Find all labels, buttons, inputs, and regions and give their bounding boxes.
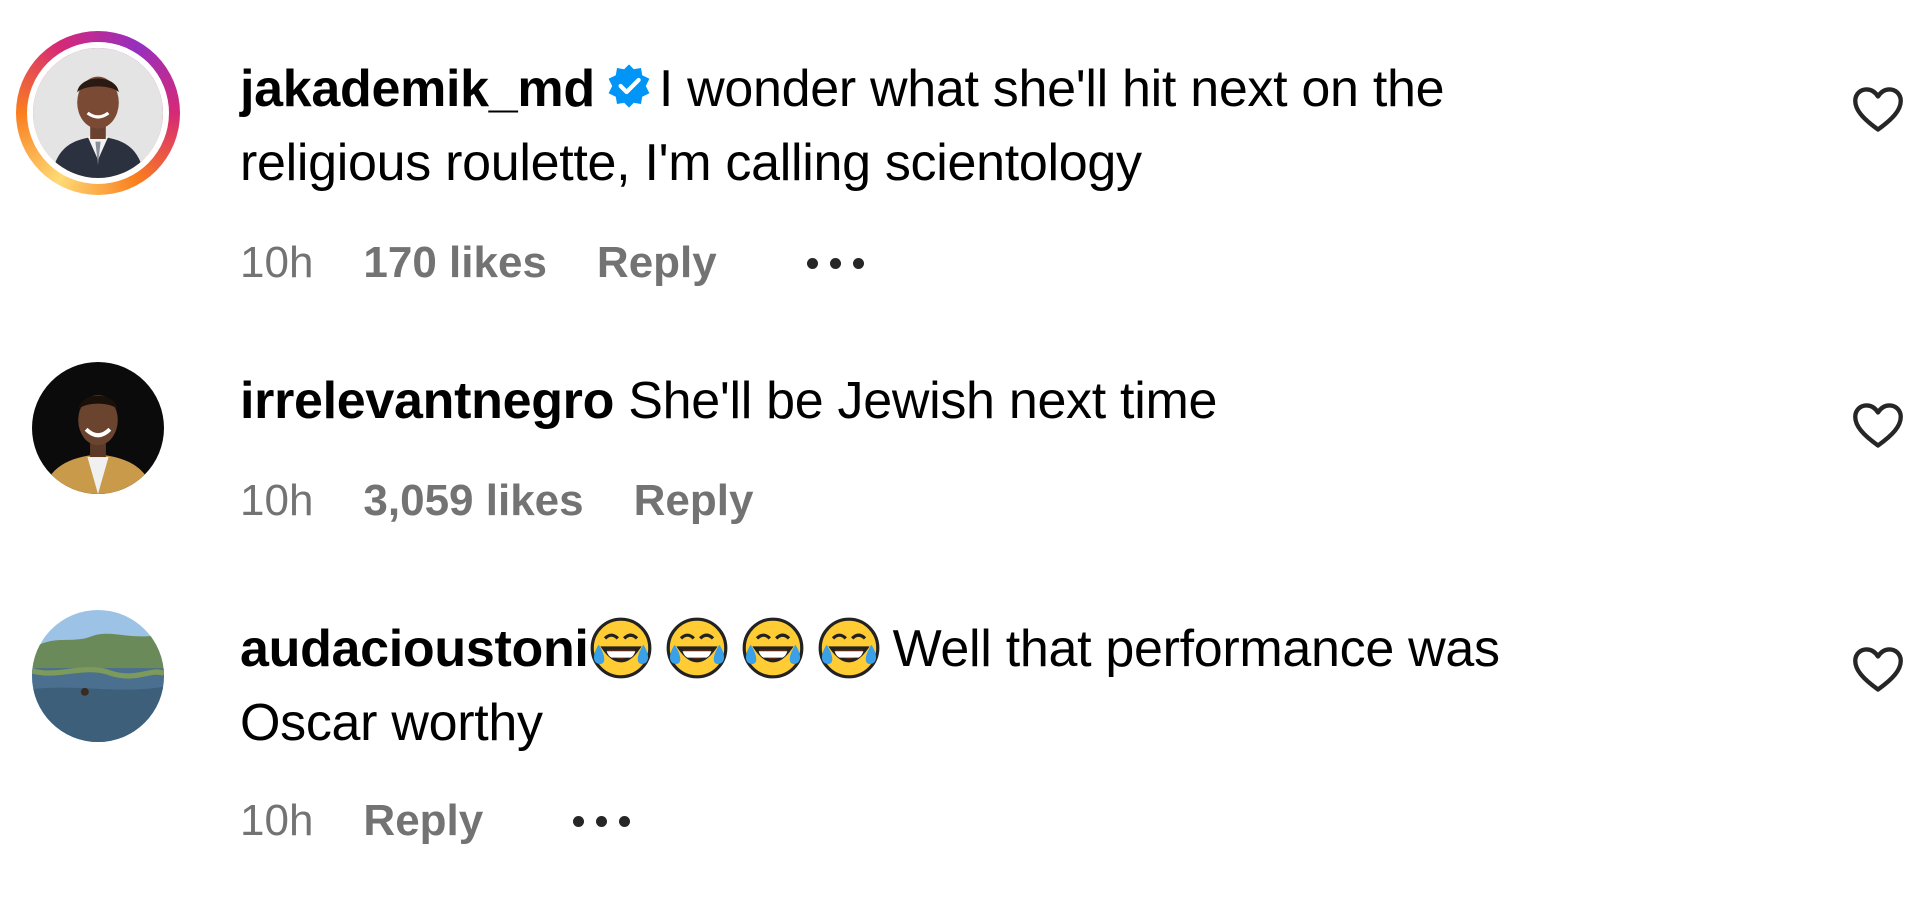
tears-of-joy-icon	[590, 617, 651, 679]
heart-outline-icon[interactable]	[1852, 402, 1904, 450]
avatar-image	[32, 610, 164, 742]
more-dots-icon[interactable]	[806, 257, 864, 269]
comment-text: audacioustoni Well that performance was …	[240, 612, 1660, 760]
comment-body-line-2: Oscar worthy	[240, 694, 543, 752]
comment-body-line-2: religious roulette, I'm calling scientol…	[240, 134, 1142, 192]
comment-meta: 10h 170 likes Reply	[240, 238, 864, 288]
reply-button[interactable]: Reply	[597, 238, 717, 288]
tears-of-joy-icon	[666, 617, 727, 679]
verified-badge-icon	[608, 64, 650, 108]
emoji-tears-of-joy	[741, 616, 805, 680]
comment-likes-count[interactable]: 170 likes	[363, 238, 547, 288]
avatar[interactable]	[32, 610, 164, 742]
comment-body-line-1: I wonder what she'll hit next on the	[658, 60, 1445, 118]
comment-text: irrelevantnegro She'll be Jewish next ti…	[240, 364, 1660, 438]
avatar[interactable]	[32, 362, 164, 494]
comment-username[interactable]: jakademik_md	[240, 60, 595, 118]
comment-meta: 10h Reply	[240, 796, 631, 846]
avatar-image	[32, 362, 164, 494]
reply-button[interactable]: Reply	[363, 796, 483, 846]
tears-of-joy-icon	[742, 617, 803, 679]
emoji-tears-of-joy	[665, 616, 729, 680]
heart-outline-icon[interactable]	[1852, 646, 1904, 694]
comment-likes-count[interactable]: 3,059 likes	[363, 476, 583, 526]
emoji-tears-of-joy	[589, 616, 653, 680]
comment-text: jakademik_md I wonder what she'll hit ne…	[240, 52, 1660, 200]
avatar	[27, 42, 169, 184]
comment-body-line-1: Well that performance was	[892, 620, 1500, 678]
comment-body-line-1: She'll be Jewish next time	[628, 372, 1218, 430]
comment-username[interactable]: audacioustoni	[240, 620, 589, 678]
reply-button[interactable]: Reply	[634, 476, 754, 526]
emoji-tears-of-joy	[817, 616, 881, 680]
heart-outline-icon[interactable]	[1852, 86, 1904, 134]
comment-timestamp[interactable]: 10h	[240, 476, 313, 526]
comment-meta: 10h 3,059 likes Reply	[240, 476, 753, 526]
comment-username[interactable]: irrelevantnegro	[240, 372, 614, 430]
avatar-image	[33, 48, 163, 178]
more-dots-icon[interactable]	[573, 815, 631, 827]
avatar-story-ring[interactable]	[16, 31, 180, 195]
comment-timestamp[interactable]: 10h	[240, 796, 313, 846]
comment-timestamp[interactable]: 10h	[240, 238, 313, 288]
tears-of-joy-icon	[818, 617, 879, 679]
